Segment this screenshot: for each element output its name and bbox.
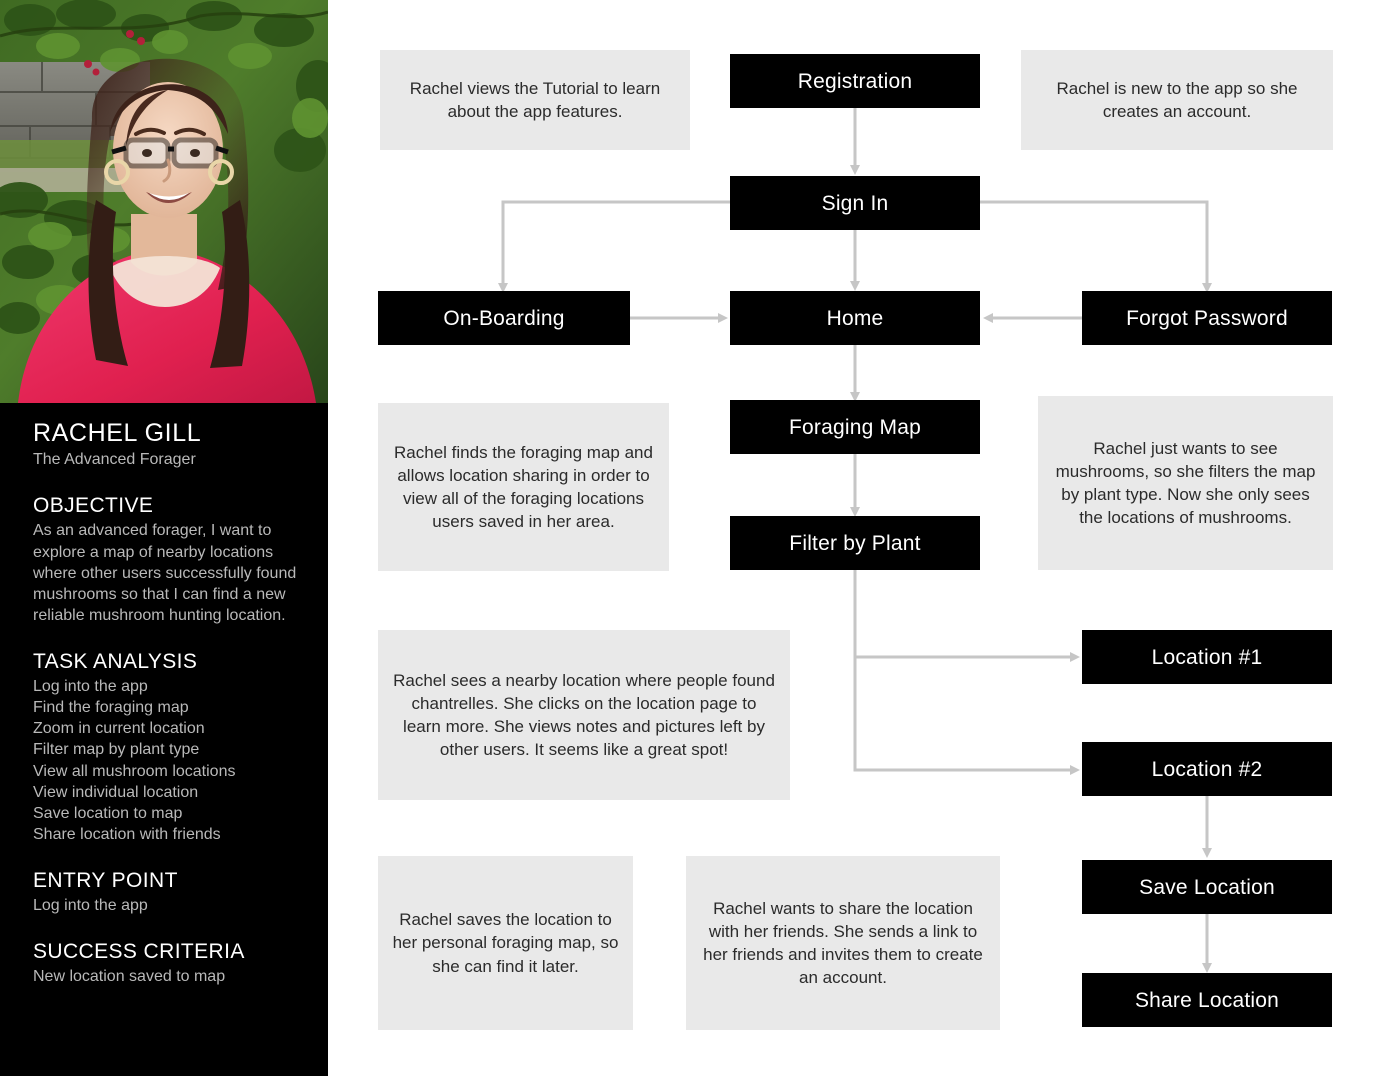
note-share-location: Rachel wants to share the location with … — [686, 856, 1000, 1030]
node-filter-by-plant[interactable]: Filter by Plant — [730, 516, 980, 570]
node-home[interactable]: Home — [730, 291, 980, 345]
edge-filter-location1 — [853, 570, 1080, 662]
node-forgot-password[interactable]: Forgot Password — [1082, 291, 1332, 345]
edge-signin-forgot — [980, 200, 1212, 293]
edge-signin-onboarding — [498, 200, 730, 293]
node-location-2[interactable]: Location #2 — [1082, 742, 1332, 796]
note-tutorial: Rachel views the Tutorial to learn about… — [380, 50, 690, 150]
note-filter-mushrooms: Rachel just wants to see mushrooms, so s… — [1038, 396, 1333, 570]
note-finds-map: Rachel finds the foraging map and allows… — [378, 403, 669, 571]
note-new-user: Rachel is new to the app so she creates … — [1021, 50, 1333, 150]
node-foraging-map[interactable]: Foraging Map — [730, 400, 980, 454]
node-share-location[interactable]: Share Location — [1082, 973, 1332, 1027]
node-registration[interactable]: Registration — [730, 54, 980, 108]
persona-flow-page: RACHEL GILL The Advanced Forager OBJECTI… — [0, 0, 1400, 1082]
edge-filter-location2 — [853, 570, 1080, 775]
node-save-location[interactable]: Save Location — [1082, 860, 1332, 914]
user-flow-diagram: Registration Sign In On-Boarding Home Fo… — [0, 0, 1400, 1082]
node-sign-in[interactable]: Sign In — [730, 176, 980, 230]
note-save-location: Rachel saves the location to her persona… — [378, 856, 633, 1030]
note-chantrelles: Rachel sees a nearby location where peop… — [378, 630, 790, 800]
node-location-1[interactable]: Location #1 — [1082, 630, 1332, 684]
node-on-boarding[interactable]: On-Boarding — [378, 291, 630, 345]
